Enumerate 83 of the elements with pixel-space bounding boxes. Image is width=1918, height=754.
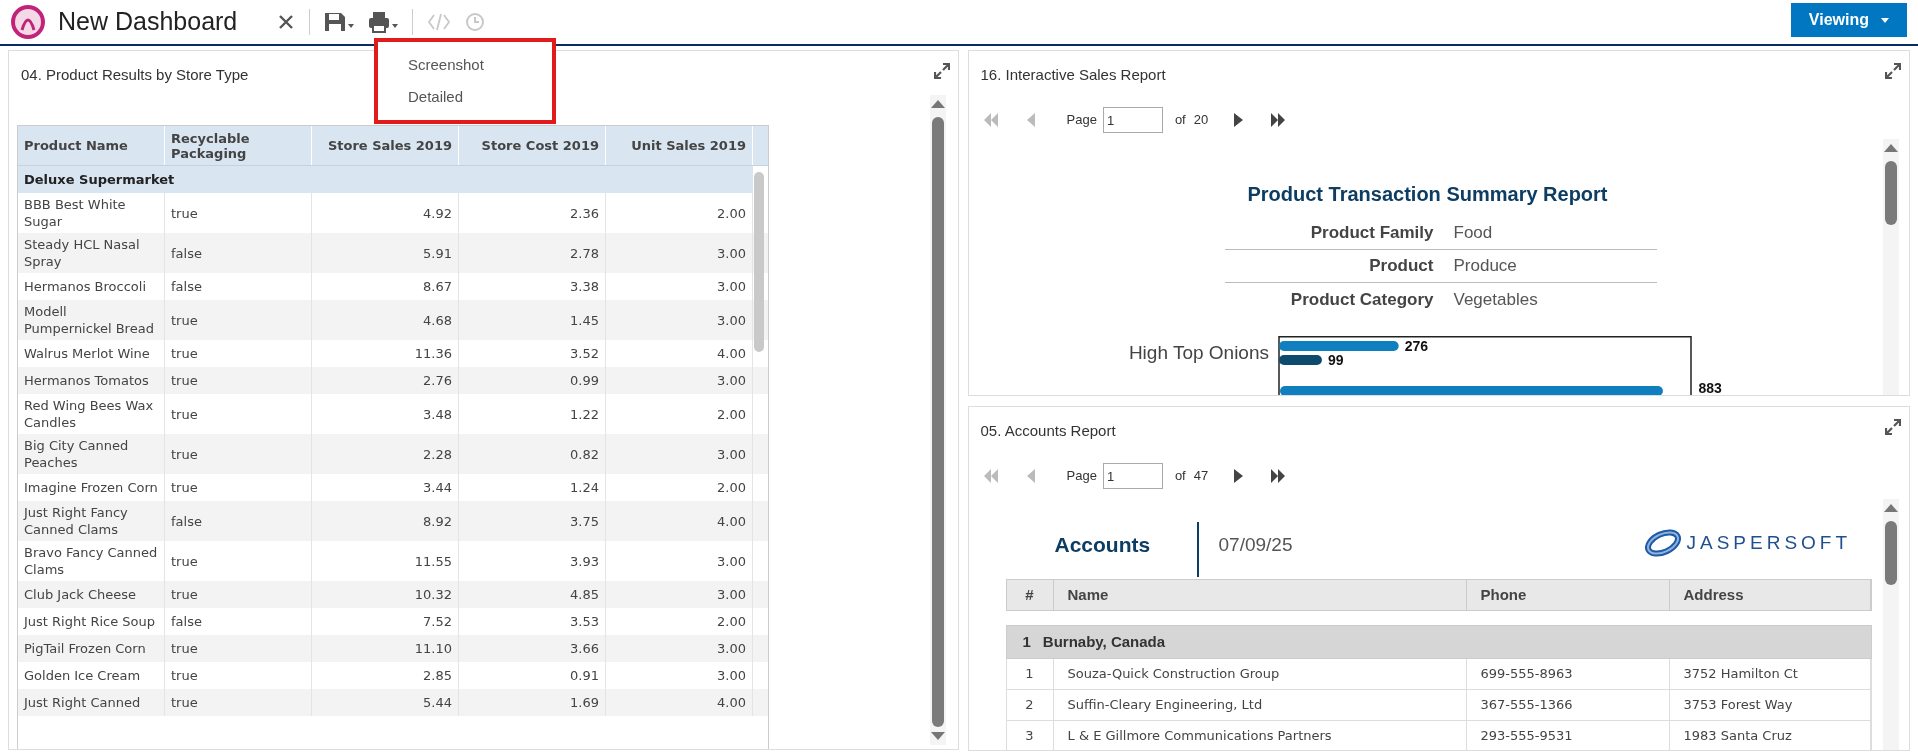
column-header[interactable]: Store Cost 2019 (459, 126, 606, 165)
panel-title: 04. Product Results by Store Type (21, 65, 249, 85)
table-cell: 4.00 (606, 689, 753, 716)
table-cell: 5.44 (312, 689, 459, 716)
field-value: Produce (1453, 255, 1517, 278)
last-page-icon[interactable] (1270, 112, 1287, 128)
table-cell: 367-555-1366 (1466, 690, 1670, 720)
column-header[interactable]: Recyclable Packaging (165, 126, 312, 165)
scroll-up-icon[interactable] (1883, 143, 1899, 153)
table-cell: 2 (1006, 690, 1054, 720)
column-header[interactable]: Product Name (18, 126, 165, 165)
scroll-down-icon[interactable] (929, 731, 946, 741)
scrollbar-thumb[interactable] (1885, 521, 1897, 585)
swoosh-icon (1644, 529, 1681, 558)
scrollbar-thumb[interactable] (1885, 161, 1897, 225)
dashboard-title: New Dashboard (58, 6, 238, 38)
table-cell: L & E Gillmore Communications Partners (1053, 721, 1467, 750)
table-cell: 1.69 (459, 689, 606, 716)
panel-title: 05. Accounts Report (980, 421, 1116, 441)
page-input[interactable]: 1 (1102, 107, 1163, 133)
scrollbar[interactable] (929, 95, 946, 745)
expand-icon[interactable] (933, 63, 950, 79)
group-name: Burnaby, Canada (1042, 631, 1166, 652)
scroll-up-icon[interactable] (929, 99, 946, 109)
table-cell: Souza-Quick Construction Group (1053, 659, 1467, 689)
table-cell: Just Right Canned (18, 689, 165, 716)
expand-icon[interactable] (1885, 63, 1901, 79)
data-label: 99 (1327, 352, 1343, 368)
table-cell: true (165, 689, 312, 716)
report-title: Accounts (1054, 532, 1151, 558)
field-label: Product Category (1289, 288, 1434, 311)
scrollbar-thumb[interactable] (754, 172, 764, 352)
table-cell: 3753 Forest Way (1669, 690, 1871, 720)
page-label: of (1174, 467, 1186, 486)
field-label: Product Family (1309, 222, 1434, 245)
panel-title: 16. Interactive Sales Report (980, 65, 1166, 85)
table-cell: 699-555-8963 (1466, 659, 1670, 689)
field-value: Vegetables (1453, 288, 1538, 311)
field-value: Food (1453, 222, 1493, 245)
category-label: High Top Onions (1128, 342, 1269, 363)
scroll-up-icon[interactable] (1883, 503, 1899, 513)
caret-icon (1881, 17, 1889, 23)
scrollbar[interactable] (1883, 499, 1899, 750)
bar (1278, 355, 1322, 365)
group-number: 1 (1022, 631, 1031, 652)
table-cell: 3752 Hamilton Ct (1669, 659, 1871, 689)
scrollbar[interactable] (1883, 139, 1899, 395)
table-cell: 1983 Santa Cruz (1669, 721, 1871, 750)
report-title: Product Transaction Summary Report (1246, 182, 1609, 207)
column-header[interactable]: Store Sales 2019 (312, 126, 459, 165)
save-icon[interactable] (324, 11, 355, 33)
page-label: Page (1066, 111, 1097, 130)
column-header[interactable]: Phone (1466, 580, 1670, 610)
bar-value-label: 883 (1698, 380, 1722, 395)
menu-item[interactable]: Screenshot (408, 53, 484, 76)
table-cell: 293-555-9531 (1466, 721, 1670, 750)
table-cell: 1 (1006, 659, 1054, 689)
column-header[interactable]: # (1006, 580, 1054, 610)
logo-icon (10, 4, 46, 40)
next-page-icon[interactable] (1232, 112, 1245, 128)
logo-text: JASPERSOFT (1686, 531, 1852, 555)
field-label: Product (1368, 255, 1434, 278)
page-label: of (1174, 111, 1186, 130)
expand-icon[interactable] (1885, 419, 1901, 435)
data-label: 276 (1404, 338, 1428, 354)
column-header[interactable]: Name (1053, 580, 1467, 610)
close-icon[interactable] (277, 13, 296, 31)
scrollbar-thumb[interactable] (931, 117, 944, 727)
viewing-button[interactable]: Viewing (1790, 3, 1907, 37)
column-header[interactable]: Address (1669, 580, 1871, 610)
report-date: 07/09/25 (1218, 533, 1293, 557)
page-total: 20 (1193, 111, 1209, 130)
menu-item[interactable]: Detailed (408, 86, 464, 109)
next-page-icon[interactable] (1232, 468, 1245, 484)
page-input[interactable]: 1 (1102, 463, 1163, 489)
table-cell: Suffin-Cleary Engineering, Ltd (1053, 690, 1467, 720)
column-header[interactable]: Unit Sales 2019 (606, 126, 753, 165)
page-total: 47 (1193, 467, 1209, 486)
printer-icon[interactable] (368, 11, 399, 33)
page-label: Page (1066, 467, 1097, 486)
group-header: Deluxe Supermarket (18, 166, 753, 193)
table-cell: 3 (1006, 721, 1054, 750)
last-page-icon[interactable] (1270, 468, 1287, 484)
